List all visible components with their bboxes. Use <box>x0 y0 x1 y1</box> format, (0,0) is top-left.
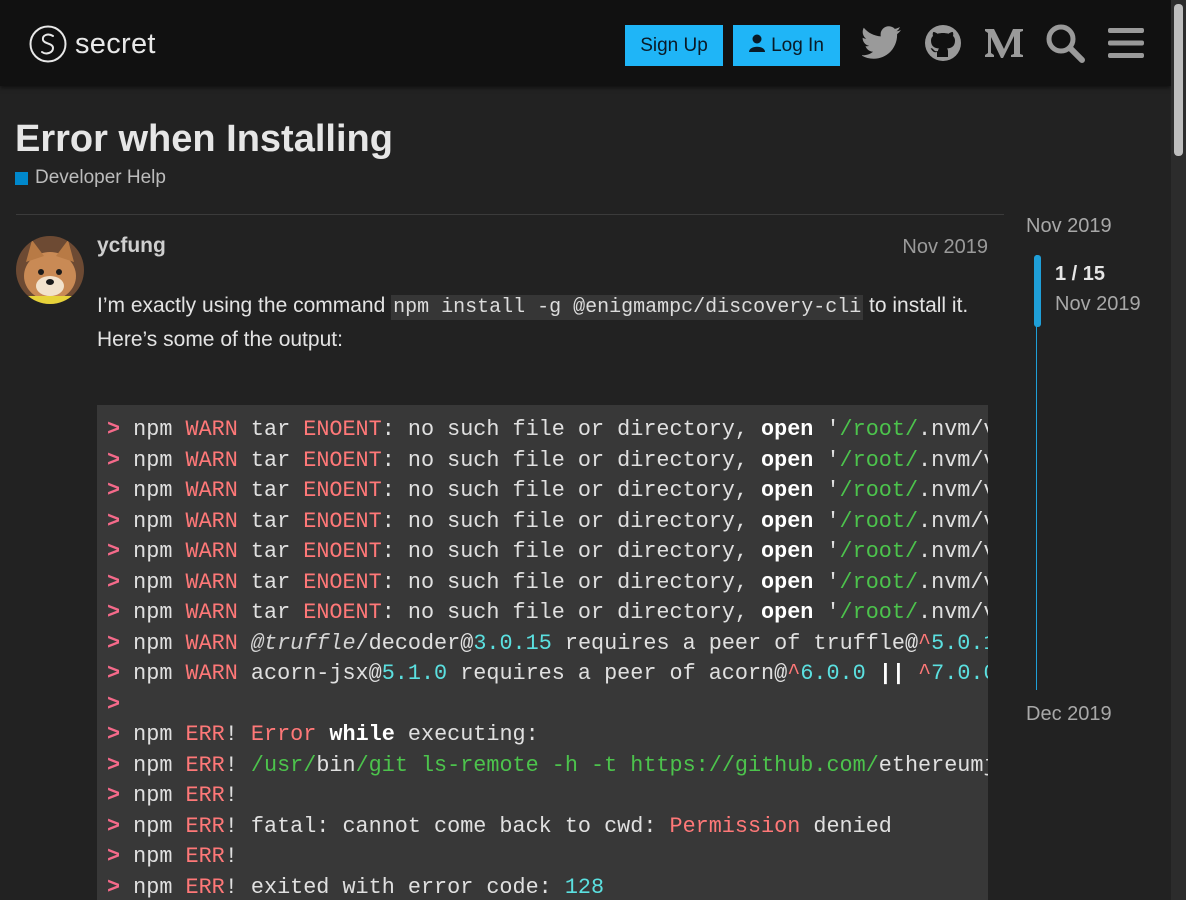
site-logo[interactable]: secret <box>29 24 156 64</box>
inline-code: npm install -g @enigmampc/discovery-cli <box>391 295 864 320</box>
timeline-current-date: Nov 2019 <box>1055 293 1141 315</box>
site-header: secret Sign Up Log In <box>0 0 1171 86</box>
sign-up-button[interactable]: Sign Up <box>625 25 723 66</box>
post-text-before-code: I’m exactly using the command <box>97 294 392 317</box>
code-line: > npm WARN tar ENOENT: no such file or d… <box>107 539 988 564</box>
secret-logo-icon <box>29 25 67 63</box>
medium-icon[interactable] <box>983 22 1025 64</box>
post-body: I’m exactly using the command npm instal… <box>97 290 987 355</box>
code-line: > npm ERR! exited with error code: 128 <box>107 874 605 900</box>
category-label: Developer Help <box>35 167 166 188</box>
post-date[interactable]: Nov 2019 <box>860 236 988 259</box>
code-line: > npm ERR! <box>107 783 238 808</box>
code-line: > npm ERR! /usr/bin/git ls-remote -h -t … <box>107 752 988 778</box>
page-scrollbar[interactable] <box>1171 0 1186 900</box>
code-line: > npm WARN tar ENOENT: no such file or d… <box>107 508 988 534</box>
timeline-start-date[interactable]: Nov 2019 <box>1026 215 1112 238</box>
code-line: > npm WARN tar ENOENT: no such file or d… <box>107 417 988 442</box>
code-line: > npm ERR! Error while executing: <box>107 722 539 747</box>
code-line: > <box>107 691 121 717</box>
topic-title[interactable]: Error when Installing <box>15 118 393 161</box>
timeline-end-date[interactable]: Dec 2019 <box>1026 703 1112 726</box>
code-line: > npm WARN tar ENOENT: no such file or d… <box>107 447 988 473</box>
scrollbar-thumb[interactable] <box>1174 4 1183 156</box>
post-username[interactable]: ycfung <box>97 234 166 258</box>
code-line: > npm WARN tar ENOENT: no such file or d… <box>107 600 988 625</box>
logo-text: secret <box>75 27 156 60</box>
topic-timeline: Nov 2019 1 / 15 Nov 2019 Dec 2019 <box>1026 215 1166 735</box>
code-line: > npm WARN tar ENOENT: no such file or d… <box>107 569 988 595</box>
code-line: > npm WARN @truffle/decoder@3.0.15 requi… <box>107 630 988 656</box>
title-divider <box>16 214 1004 215</box>
category-color-swatch <box>15 171 28 185</box>
avatar[interactable] <box>16 236 84 304</box>
user-icon <box>749 34 766 58</box>
post-paragraph: I’m exactly using the command npm instal… <box>97 290 987 355</box>
category-badge[interactable]: Developer Help <box>15 167 166 189</box>
menu-icon[interactable] <box>1105 22 1147 64</box>
sign-up-label: Sign Up <box>640 34 708 56</box>
post-text-line2: Here’s some of the output: <box>97 327 343 351</box>
timeline-post-position: 1 / 15 <box>1055 263 1106 285</box>
twitter-icon[interactable] <box>861 22 903 64</box>
github-icon[interactable] <box>922 22 964 64</box>
log-in-label: Log In <box>771 34 824 56</box>
log-in-button[interactable]: Log In <box>733 25 840 66</box>
code-line: > npm WARN tar ENOENT: no such file or d… <box>107 478 988 503</box>
code-block[interactable]: > npm WARN tar ENOENT: no such file or d… <box>97 405 988 900</box>
post-text-after-code: to install it. <box>863 294 969 317</box>
timeline-scroller-handle[interactable] <box>1034 255 1041 327</box>
code-line: > npm ERR! <box>107 844 238 869</box>
code-line: > npm ERR! fatal: cannot come back to cw… <box>107 813 892 839</box>
code-line: > npm WARN acorn-jsx@5.1.0 requires a pe… <box>107 661 988 686</box>
code-output: > npm WARN tar ENOENT: no such file or d… <box>97 405 988 900</box>
search-icon[interactable] <box>1044 22 1086 64</box>
